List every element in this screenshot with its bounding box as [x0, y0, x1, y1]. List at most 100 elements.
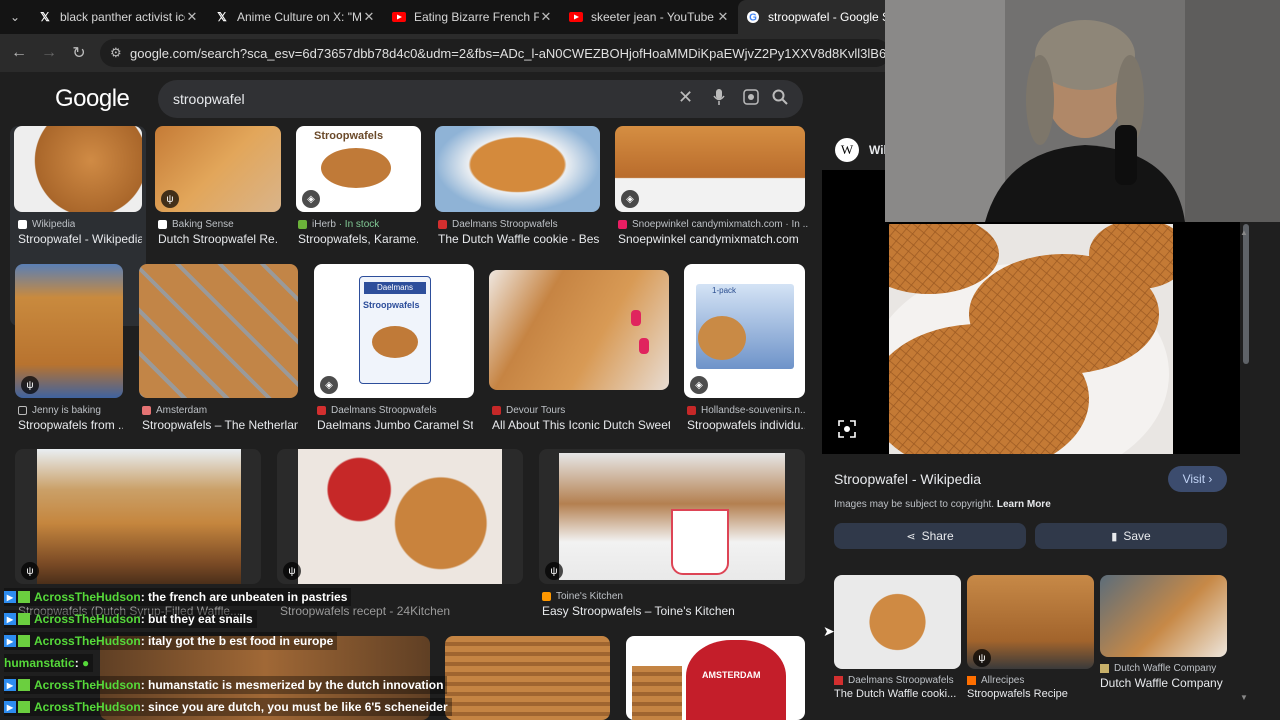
save-button[interactable]: ▮ Save	[1035, 523, 1227, 549]
result-caption[interactable]: All About This Iconic Dutch Sweet...	[492, 418, 670, 432]
iherb-icon	[298, 220, 307, 229]
share-button[interactable]: ⋖ Share	[834, 523, 1026, 549]
tab-title: black panther activist ice	[60, 10, 185, 24]
result-image-9[interactable]	[489, 270, 669, 390]
result-image-1[interactable]	[14, 126, 142, 212]
youtube-icon	[392, 10, 406, 24]
result-image-10[interactable]: 1-pack ◈	[684, 264, 805, 398]
result-image-13[interactable]: ψ	[539, 449, 805, 584]
result-caption[interactable]: Snoepwinkel candymixmatch.com	[618, 232, 808, 246]
panel-scrollbar[interactable]	[1243, 224, 1249, 364]
google-icon: G	[746, 10, 760, 24]
site-icon	[618, 220, 627, 229]
related-image-2[interactable]: ψ	[967, 575, 1094, 669]
preview-image[interactable]	[889, 224, 1173, 454]
result-image-12[interactable]: ψ	[277, 449, 523, 584]
related-image-1[interactable]	[834, 575, 961, 669]
scroll-up-icon[interactable]: ▲	[1240, 228, 1248, 237]
panel-title[interactable]: Stroopwafel - Wikipedia	[834, 471, 981, 487]
search-input[interactable]	[173, 91, 663, 107]
result-image-5[interactable]: ◈	[615, 126, 805, 212]
result-caption[interactable]: Stroopwafel - Wikipedia	[18, 232, 142, 246]
chat-text: : since you are dutch, you must be like …	[140, 700, 448, 714]
result-image-16[interactable]: AMSTERDAM	[626, 636, 805, 720]
chevron-right-icon: ›	[1208, 472, 1213, 486]
related-caption[interactable]: The Dutch Waffle cooki...	[834, 688, 959, 700]
x-icon: 𝕏	[217, 10, 227, 24]
wikipedia-icon	[18, 220, 27, 229]
back-icon[interactable]: ←	[4, 38, 34, 68]
result-caption[interactable]: The Dutch Waffle cookie - Bes...	[438, 232, 600, 246]
visual-search-icon[interactable]	[838, 420, 856, 442]
reload-icon[interactable]: ↻	[64, 38, 94, 68]
source-text: iHerb	[312, 219, 336, 230]
result-caption[interactable]: Daelmans Jumbo Caramel St...	[317, 418, 473, 432]
result-image-3[interactable]: Stroopwafels ◈	[296, 126, 421, 212]
learn-more-link[interactable]: Learn More	[997, 499, 1051, 510]
result-caption[interactable]: Stroopwafels recept - 24Kitchen	[280, 604, 520, 618]
site-icon	[834, 676, 843, 685]
tab-2[interactable]: 𝕏 Anime Culture on X: "My T ✕	[207, 0, 384, 34]
close-icon[interactable]: ✕	[185, 9, 199, 25]
chat-message: ▶ AcrossTheHudson: the french are unbeate…	[4, 588, 352, 606]
tab-4[interactable]: skeeter jean - YouTube ✕	[561, 0, 738, 34]
result-caption[interactable]: Dutch Stroopwafel Re...	[158, 232, 278, 246]
search-box[interactable]: ✕	[158, 80, 803, 118]
chat-username: AcrossTheHudson	[34, 612, 141, 626]
address-bar[interactable]: ⚙ google.com/search?sca_esv=6d73657dbb78…	[100, 39, 890, 67]
result-caption[interactable]: Stroopwafels – The Netherlan...	[142, 418, 298, 432]
microphone-icon[interactable]	[713, 89, 725, 110]
related-caption[interactable]: Dutch Waffle Company	[1100, 676, 1230, 690]
search-icon[interactable]	[772, 89, 788, 110]
result-image-15[interactable]	[445, 636, 610, 720]
tab-1[interactable]: 𝕏 black panther activist ice ✕	[30, 0, 207, 34]
chat-text: :	[74, 656, 79, 670]
visit-button[interactable]: Visit ›	[1168, 466, 1227, 492]
site-icon	[142, 406, 151, 415]
related-image-3[interactable]	[1100, 575, 1227, 657]
site-icon	[492, 406, 501, 415]
clear-icon[interactable]: ✕	[678, 87, 693, 108]
save-label: Save	[1123, 529, 1151, 543]
chat-text: : humanstatic is mesmerized by the dutch…	[140, 678, 444, 692]
package-label: Stroopwafels	[363, 300, 420, 310]
tin-label: AMSTERDAM	[702, 670, 761, 680]
result-caption[interactable]: Stroopwafels individu...	[687, 418, 805, 432]
tab-3[interactable]: Eating Bizarre French Food ✕	[384, 0, 561, 34]
badge-icon	[18, 591, 30, 603]
google-logo[interactable]: Google	[55, 85, 130, 113]
close-icon[interactable]: ✕	[539, 9, 553, 25]
result-image-2[interactable]: ψ	[155, 126, 281, 212]
lens-icon[interactable]	[743, 89, 759, 110]
result-source: Devour Tours	[492, 405, 565, 416]
related-caption[interactable]: Stroopwafels Recipe	[967, 688, 1092, 700]
result-caption[interactable]: Stroopwafels, Karame...	[298, 232, 418, 246]
result-source: Hollandse-souvenirs.n...	[687, 405, 805, 416]
product-icon: ◈	[320, 376, 338, 394]
result-image-6[interactable]: ψ	[15, 264, 123, 398]
badge-icon: ▶	[4, 635, 16, 647]
close-icon[interactable]: ✕	[362, 9, 376, 25]
badge-icon: ▶	[4, 591, 16, 603]
forward-icon[interactable]: →	[34, 38, 64, 68]
close-icon[interactable]: ✕	[716, 9, 730, 25]
result-image-8[interactable]: Daelmans Stroopwafels ◈	[314, 264, 474, 398]
wikipedia-icon: W	[835, 138, 859, 162]
source-text: Amsterdam	[156, 405, 208, 416]
product-icon: ◈	[302, 190, 320, 208]
site-icon	[317, 406, 326, 415]
tab-search-icon[interactable]: ⌄	[0, 0, 30, 34]
chat-message: humanstatic: ●	[4, 654, 94, 672]
result-caption[interactable]: Stroopwafels from ...	[18, 418, 123, 432]
result-image-7[interactable]	[139, 264, 298, 398]
badge-icon: ▶	[4, 701, 16, 713]
result-image-4[interactable]	[435, 126, 600, 212]
badge-icon	[18, 635, 30, 647]
result-caption[interactable]: Easy Stroopwafels – Toine's Kitchen	[542, 604, 802, 618]
scroll-down-icon[interactable]: ▼	[1240, 693, 1248, 702]
chat-message: ▶ AcrossTheHudson: italy got the b est fo…	[4, 632, 338, 650]
site-info-icon[interactable]: ⚙	[110, 45, 122, 61]
recipe-icon: ψ	[973, 649, 991, 667]
result-image-11[interactable]: ψ	[15, 449, 261, 584]
chat-message: ▶ AcrossTheHudson: since you are dutch, y…	[4, 698, 452, 716]
